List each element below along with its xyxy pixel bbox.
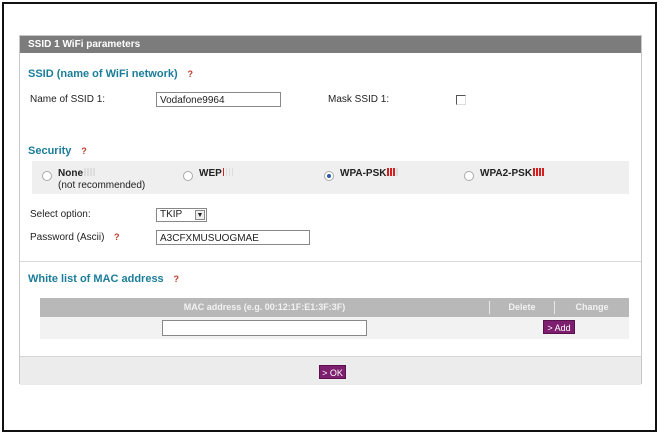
mac-col-delete: Delete [508, 302, 536, 312]
add-mac-button[interactable]: > Add [543, 320, 575, 334]
mask-ssid-label: Mask SSID 1: [328, 94, 390, 105]
strength-bars-icon [533, 168, 545, 179]
dropdown-arrow-icon: ▼ [195, 210, 205, 220]
password-label-row: Password (Ascii) ? [30, 232, 122, 243]
option-none-label: None [58, 168, 96, 179]
strength-bars-icon [387, 168, 399, 179]
security-section-title: Security [28, 145, 72, 157]
panel-title: SSID 1 WiFi parameters [20, 36, 641, 53]
ok-button[interactable]: > OK [319, 365, 346, 379]
ssid-section-title: SSID (name of WiFi network) [28, 68, 178, 80]
encryption-select-value: TKIP [160, 209, 183, 220]
ssid-name-input[interactable]: Vodafone9964 [156, 92, 281, 107]
mac-section: White list of MAC address ? [28, 273, 182, 285]
option-wpa-psk-label: WPA-PSK [340, 168, 399, 179]
radio-none[interactable] [42, 171, 52, 181]
section-divider [20, 261, 641, 262]
mac-table-header: MAC address (e.g. 00:12:1F:E1:3F:3F) Del… [40, 298, 629, 317]
ssid-name-label: Name of SSID 1: [30, 94, 106, 105]
radio-wpa2-psk[interactable] [464, 171, 474, 181]
mask-ssid-checkbox[interactable] [456, 95, 466, 105]
option-none-sub: (not recommended) [58, 180, 146, 191]
mac-address-input[interactable] [162, 320, 367, 336]
help-icon[interactable]: ? [185, 69, 196, 80]
mac-col-change: Change [575, 302, 609, 312]
strength-bars-icon [222, 168, 235, 179]
strength-bars-icon [84, 168, 96, 179]
option-wpa2-psk-label: WPA2-PSK [480, 168, 545, 179]
security-options-row: None (not recommended) WEP WPA-PSK WPA2-… [32, 161, 629, 194]
wifi-parameters-panel: SSID 1 WiFi parameters SSID (name of WiF… [19, 35, 642, 385]
password-label: Password (Ascii) [30, 232, 105, 244]
radio-wpa-psk[interactable] [324, 171, 334, 181]
help-icon[interactable]: ? [171, 274, 182, 285]
security-section: Security ? [28, 145, 89, 157]
mac-section-title: White list of MAC address [28, 273, 164, 285]
select-option-label: Select option: [30, 209, 91, 220]
option-wep-label: WEP [199, 168, 235, 179]
encryption-select[interactable]: TKIP ▼ [156, 208, 207, 222]
mac-input-row: > Add [40, 317, 629, 339]
help-icon[interactable]: ? [111, 232, 122, 243]
panel-footer: > OK [20, 356, 641, 385]
help-icon[interactable]: ? [78, 146, 89, 157]
mac-col-address: MAC address (e.g. 00:12:1F:E1:3F:3F) [183, 302, 346, 312]
password-input[interactable]: A3CFXMUSUOGMAE [156, 230, 310, 245]
radio-wep[interactable] [183, 171, 193, 181]
ssid-section: SSID (name of WiFi network) ? [28, 68, 196, 80]
